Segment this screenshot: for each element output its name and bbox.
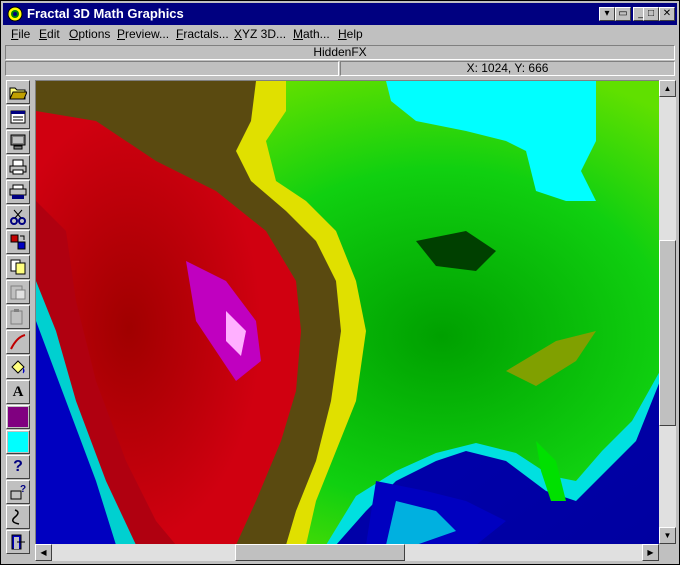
status-pane-left [5,61,339,76]
svg-text:?: ? [20,484,26,495]
scroll-up-button[interactable]: ▲ [659,80,676,97]
horizontal-scroll-thumb[interactable] [235,544,405,561]
text-button[interactable]: A [6,380,30,404]
scroll-right-button[interactable]: ▶ [642,544,659,561]
menu-edit-mnemonic: E [39,27,48,41]
menu-xyz3d-label: YZ 3D... [242,27,287,41]
primary-color-button[interactable] [6,405,30,429]
printer-icon [9,159,27,175]
print-setup-button[interactable] [6,180,30,204]
paint-bucket-icon [11,360,25,374]
menu-preview-mnemonic: P [117,27,126,41]
menu-edit-label: dit [47,27,60,41]
copy-icon [10,259,26,275]
menu-help-mnemonic: H [338,27,347,41]
elevation-map-image [36,81,660,545]
image-window-icon [10,110,26,124]
script-button[interactable] [6,505,30,529]
scrollbar-corner [659,544,676,561]
menu-preview-label: review... [125,27,170,41]
menu-options[interactable]: Options [69,27,110,41]
app-icon[interactable] [7,6,23,22]
maximize-button[interactable]: □ [643,7,659,21]
menu-edit[interactable]: Edit [39,27,60,41]
menu-file-label: ile [18,27,31,41]
new-image-button[interactable] [6,105,30,129]
menu-help[interactable]: Help [338,27,363,41]
window-title: Fractal 3D Math Graphics [27,6,184,21]
text-icon: A [12,383,24,400]
menu-math-label: ath... [303,27,330,41]
cut-icon [10,209,26,225]
draw-line-icon [10,334,26,350]
menu-options-label: ptions [78,27,111,41]
close-button[interactable]: ✕ [659,7,675,21]
fractal-image-canvas[interactable] [35,80,660,545]
menu-file[interactable]: File [11,27,30,41]
vertical-scroll-thumb[interactable] [659,240,676,426]
title-bar[interactable]: Fractal 3D Math Graphics ▾ ▭ _ □ ✕ [3,3,677,25]
help-index-button[interactable]: ? [6,480,30,504]
menu-fractals-label: ractals... [183,27,229,41]
menu-xyz3d[interactable]: XYZ 3D... [234,27,286,41]
help-icon: ? [13,458,23,475]
paste-special-icon [10,309,23,325]
coordinates-pane: X: 1024, Y: 666 [340,61,675,76]
palette-transfer-icon [10,234,26,250]
menu-fractals[interactable]: Fractals... [176,27,229,41]
status-area: HiddenFX X: 1024, Y: 666 [3,45,677,77]
help-button[interactable]: ? [6,455,30,479]
primary-color-swatch [8,407,28,427]
palette-button[interactable] [6,230,30,254]
printer-setup-icon [9,184,27,199]
paste-button[interactable] [6,280,30,304]
main-window: Fractal 3D Math Graphics ▾ ▭ _ □ ✕ File … [0,0,680,565]
print-button[interactable] [6,155,30,179]
secondary-color-swatch [8,432,28,452]
filename-pane: HiddenFX [5,45,675,60]
scroll-down-button[interactable]: ▼ [659,527,676,544]
menu-options-mnemonic: O [69,27,79,41]
fill-button[interactable] [6,355,30,379]
menu-preview[interactable]: Preview... [117,27,169,41]
scroll-left-button[interactable]: ◀ [35,544,52,561]
open-folder-icon [9,87,27,100]
menu-help-label: elp [346,27,363,41]
copy-button[interactable] [6,255,30,279]
menu-bar: File Edit Options Preview... Fractals...… [3,25,677,43]
help-dropdown-button[interactable]: ▾ [599,7,615,21]
menu-xyz3d-mnemonic: X [234,27,243,41]
menu-math[interactable]: Math... [293,27,330,41]
exit-button[interactable] [6,530,30,554]
paste-special-button[interactable] [6,305,30,329]
menu-math-mnemonic: M [293,27,303,41]
horizontal-scrollbar[interactable]: ◀ ▶ [35,544,659,561]
restore-button[interactable]: ▭ [615,7,631,21]
display-button[interactable] [6,130,30,154]
paste-icon [10,285,26,300]
vertical-scrollbar[interactable]: ▲ ▼ [659,80,676,544]
draw-button[interactable] [6,330,30,354]
tool-palette: A ? ? [4,80,32,562]
monitor-icon [10,134,26,150]
cut-button[interactable] [6,205,30,229]
secondary-color-button[interactable] [6,430,30,454]
exit-icon [11,534,25,550]
open-button[interactable] [6,80,30,104]
script-icon [12,509,20,525]
help-index-icon: ? [10,484,26,500]
